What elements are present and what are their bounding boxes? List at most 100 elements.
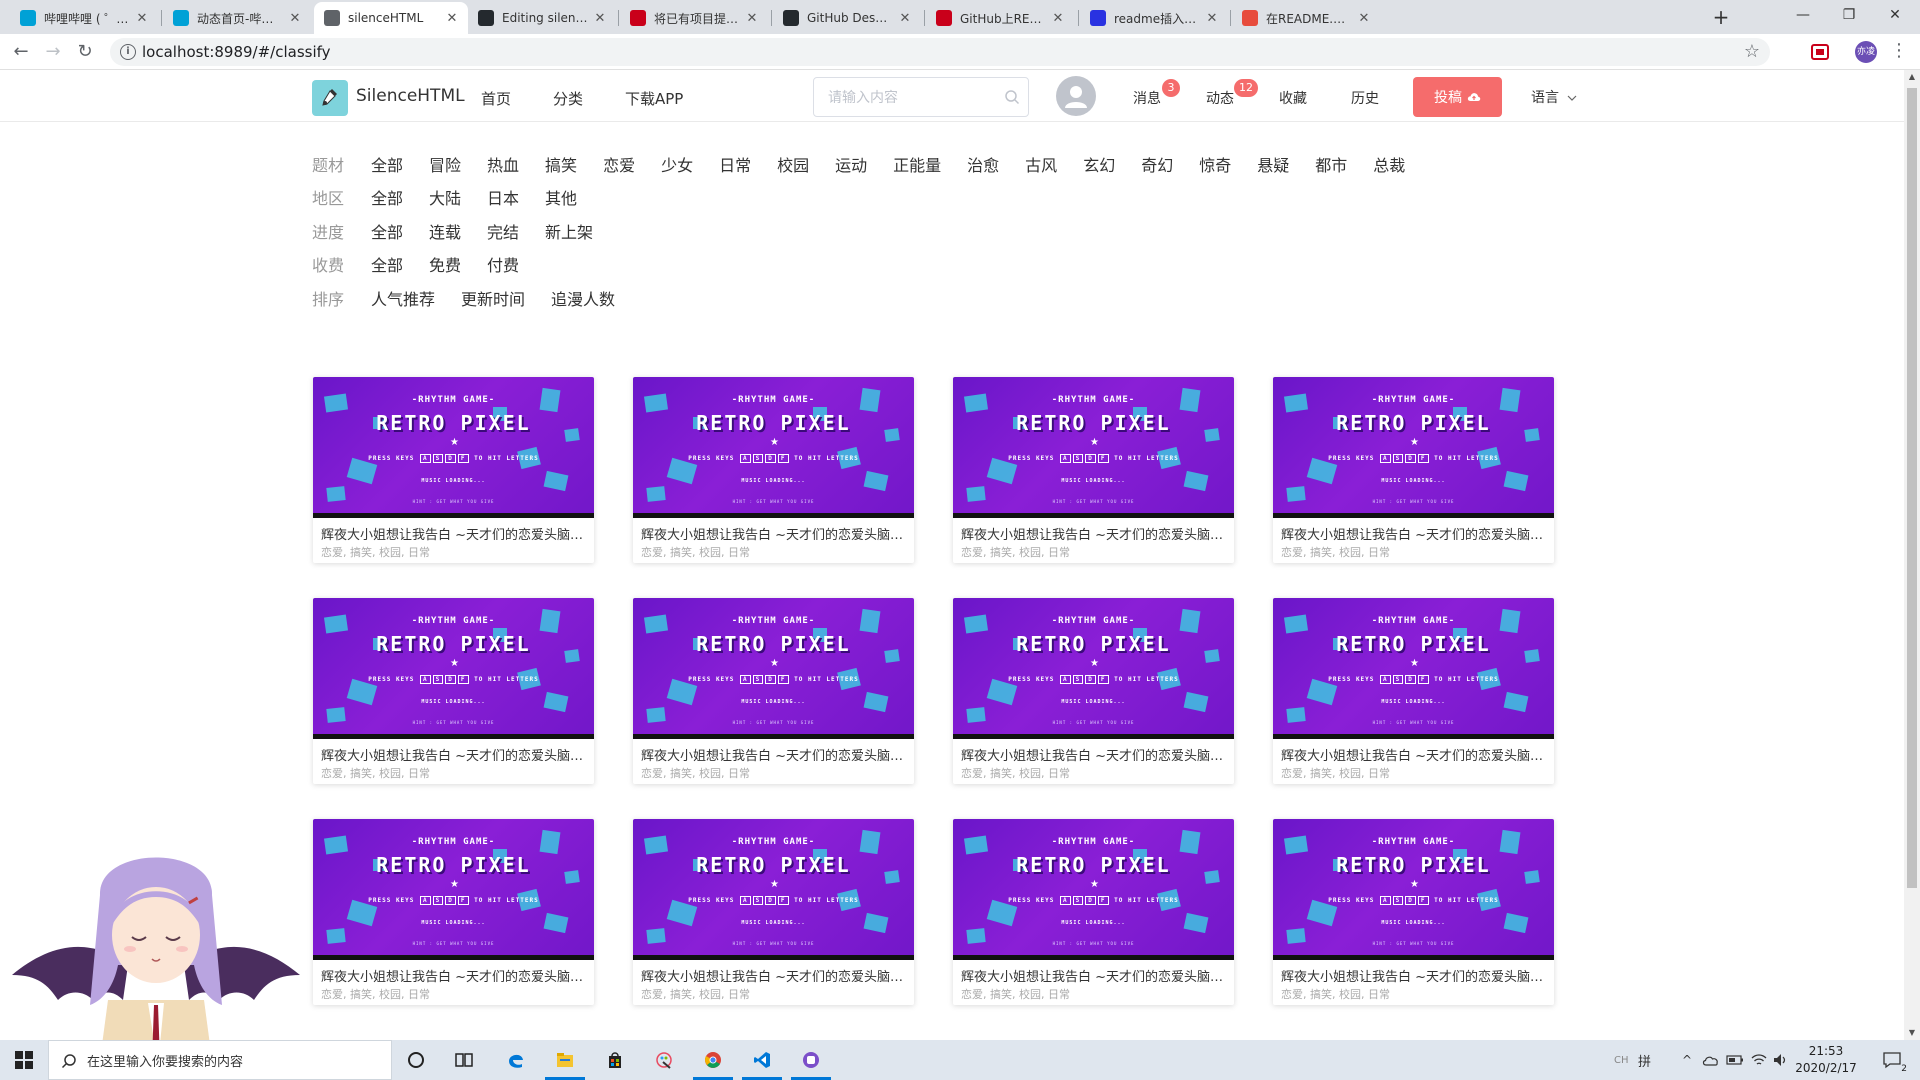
- filter-option[interactable]: 冒险: [429, 152, 461, 176]
- filter-option[interactable]: 总裁: [1373, 152, 1405, 176]
- browser-tab[interactable]: 在README.md中插入 ✕: [1232, 2, 1380, 34]
- show-hidden-icons[interactable]: ^: [1682, 1040, 1692, 1080]
- comic-title[interactable]: 辉夜大小姐想让我告白 ~天才们的恋爱头脑战~: [1281, 966, 1549, 985]
- comic-cover[interactable]: -RHYTHM GAME- RETRO PIXEL ★ PRESS KEYS ASDF…: [1273, 819, 1554, 960]
- browser-tab[interactable]: 将已有项目提交到github ✕: [620, 2, 768, 34]
- favorites-link[interactable]: 收藏: [1279, 88, 1307, 108]
- comic-title[interactable]: 辉夜大小姐想让我告白 ~天才们的恋爱头脑战~: [961, 966, 1229, 985]
- taskbar-app[interactable]: [689, 1040, 737, 1080]
- filter-option[interactable]: 连载: [429, 219, 461, 243]
- messages-link[interactable]: 消息: [1133, 88, 1161, 108]
- comic-cover[interactable]: -RHYTHM GAME- RETRO PIXEL ★ PRESS KEYS ASDF…: [633, 819, 914, 960]
- filter-option[interactable]: 热血: [487, 152, 519, 176]
- comic-cover[interactable]: -RHYTHM GAME- RETRO PIXEL ★ PRESS KEYS ASDF…: [953, 598, 1234, 739]
- start-button[interactable]: [0, 1040, 48, 1080]
- taskbar-app[interactable]: [392, 1040, 440, 1080]
- filter-option[interactable]: 少女: [661, 152, 693, 176]
- taskbar-app[interactable]: [591, 1040, 639, 1080]
- tab-close-icon[interactable]: ✕: [134, 11, 150, 26]
- filter-option[interactable]: 校园: [777, 152, 809, 176]
- profile-avatar[interactable]: 亦凌: [1855, 41, 1877, 63]
- scroll-down-icon[interactable]: ▼: [1904, 1026, 1920, 1040]
- taskbar-app[interactable]: [492, 1040, 540, 1080]
- comic-title[interactable]: 辉夜大小姐想让我告白 ~天才们的恋爱头脑战~: [641, 745, 909, 764]
- taskbar-app[interactable]: [738, 1040, 786, 1080]
- taskbar-search[interactable]: 在这里输入你要搜索的内容: [48, 1040, 392, 1080]
- comic-card[interactable]: -RHYTHM GAME- RETRO PIXEL ★ PRESS KEYS ASDF…: [633, 598, 914, 784]
- browser-tab[interactable]: silenceHTML ✕: [314, 2, 468, 34]
- tab-close-icon[interactable]: ✕: [1050, 11, 1066, 26]
- filter-option[interactable]: 正能量: [893, 152, 941, 176]
- nav-download-app[interactable]: 下载APP: [625, 88, 683, 109]
- system-clock[interactable]: 21:53 2020/2/17: [1790, 1043, 1862, 1077]
- taskbar-app[interactable]: [440, 1040, 488, 1080]
- filter-option[interactable]: 搞笑: [545, 152, 577, 176]
- close-window-button[interactable]: ✕: [1872, 0, 1918, 30]
- filter-option[interactable]: 更新时间: [461, 286, 525, 310]
- filter-option[interactable]: 付费: [487, 252, 519, 276]
- battery-icon[interactable]: [1726, 1053, 1744, 1067]
- filter-option[interactable]: 恋爱: [603, 152, 635, 176]
- url-text[interactable]: localhost:8989/#/classify: [142, 43, 331, 61]
- comic-title[interactable]: 辉夜大小姐想让我告白 ~天才们的恋爱头脑战~: [321, 966, 589, 985]
- filter-option[interactable]: 新上架: [545, 219, 593, 243]
- tab-close-icon[interactable]: ✕: [287, 11, 303, 26]
- comic-title[interactable]: 辉夜大小姐想让我告白 ~天才们的恋爱头脑战~: [321, 745, 589, 764]
- filter-option[interactable]: 全部: [371, 219, 403, 243]
- filter-option[interactable]: 大陆: [429, 185, 461, 209]
- filter-option[interactable]: 完结: [487, 219, 519, 243]
- nav-home[interactable]: 首页: [481, 88, 511, 109]
- search-icon[interactable]: [1004, 89, 1020, 105]
- filter-option[interactable]: 全部: [371, 152, 403, 176]
- user-avatar[interactable]: [1056, 76, 1096, 116]
- wifi-icon[interactable]: [1750, 1052, 1768, 1068]
- comic-card[interactable]: -RHYTHM GAME- RETRO PIXEL ★ PRESS KEYS ASDF…: [1273, 377, 1554, 563]
- filter-option[interactable]: 惊奇: [1199, 152, 1231, 176]
- browser-tab[interactable]: 哔哩哔哩 ( ゜- ゜)つロ 干杯~ ✕: [10, 2, 158, 34]
- filter-option[interactable]: 奇幻: [1141, 152, 1173, 176]
- filter-option[interactable]: 追漫人数: [551, 286, 615, 310]
- browser-tab[interactable]: 动态首页-哔哩哔哩 ✕: [163, 2, 311, 34]
- filter-option[interactable]: 人气推荐: [371, 286, 435, 310]
- onedrive-icon[interactable]: [1702, 1052, 1720, 1068]
- browser-tab[interactable]: Editing silence_front/README ✕: [468, 2, 616, 34]
- new-tab-button[interactable]: +: [1708, 5, 1734, 29]
- comic-cover[interactable]: -RHYTHM GAME- RETRO PIXEL ★ PRESS KEYS ASDF…: [953, 377, 1234, 518]
- site-info-icon[interactable]: i: [120, 44, 136, 60]
- comic-card[interactable]: -RHYTHM GAME- RETRO PIXEL ★ PRESS KEYS ASDF…: [313, 377, 594, 563]
- nav-classify[interactable]: 分类: [553, 88, 583, 109]
- ime-indicator[interactable]: CH: [1614, 1040, 1629, 1080]
- comic-card[interactable]: -RHYTHM GAME- RETRO PIXEL ★ PRESS KEYS ASDF…: [633, 819, 914, 1005]
- comic-cover[interactable]: -RHYTHM GAME- RETRO PIXEL ★ PRESS KEYS ASDF…: [633, 377, 914, 518]
- scroll-up-icon[interactable]: ▲: [1904, 70, 1920, 84]
- site-name[interactable]: SilenceHTML: [356, 86, 465, 106]
- filter-option[interactable]: 都市: [1315, 152, 1347, 176]
- site-logo[interactable]: [312, 80, 348, 116]
- tab-close-icon[interactable]: ✕: [897, 11, 913, 26]
- scrollbar-thumb[interactable]: [1907, 88, 1917, 888]
- tab-close-icon[interactable]: ✕: [744, 11, 760, 26]
- bookmark-star-icon[interactable]: ☆: [1744, 41, 1760, 62]
- filter-option[interactable]: 日常: [719, 152, 751, 176]
- filter-option[interactable]: 其他: [545, 185, 577, 209]
- comic-card[interactable]: -RHYTHM GAME- RETRO PIXEL ★ PRESS KEYS ASDF…: [313, 819, 594, 1005]
- comic-title[interactable]: 辉夜大小姐想让我告白 ~天才们的恋爱头脑战~: [1281, 524, 1549, 543]
- comic-title[interactable]: 辉夜大小姐想让我告白 ~天才们的恋爱头脑战~: [641, 524, 909, 543]
- dynamics-link[interactable]: 动态: [1206, 88, 1234, 108]
- filter-option[interactable]: 古风: [1025, 152, 1057, 176]
- comic-cover[interactable]: -RHYTHM GAME- RETRO PIXEL ★ PRESS KEYS ASDF…: [633, 598, 914, 739]
- tab-close-icon[interactable]: ✕: [592, 11, 608, 26]
- filter-option[interactable]: 免费: [429, 252, 461, 276]
- address-bar[interactable]: i localhost:8989/#/classify ☆: [110, 38, 1770, 66]
- comic-card[interactable]: -RHYTHM GAME- RETRO PIXEL ★ PRESS KEYS ASDF…: [953, 819, 1234, 1005]
- comic-cover[interactable]: -RHYTHM GAME- RETRO PIXEL ★ PRESS KEYS ASDF…: [953, 819, 1234, 960]
- filter-option[interactable]: 玄幻: [1083, 152, 1115, 176]
- filter-option[interactable]: 悬疑: [1257, 152, 1289, 176]
- back-icon[interactable]: ←: [8, 39, 34, 65]
- comic-title[interactable]: 辉夜大小姐想让我告白 ~天才们的恋爱头脑战~: [321, 524, 589, 543]
- comic-cover[interactable]: -RHYTHM GAME- RETRO PIXEL ★ PRESS KEYS ASDF…: [313, 598, 594, 739]
- comic-cover[interactable]: -RHYTHM GAME- RETRO PIXEL ★ PRESS KEYS ASDF…: [1273, 598, 1554, 739]
- extension-icon[interactable]: [1810, 42, 1830, 62]
- comic-title[interactable]: 辉夜大小姐想让我告白 ~天才们的恋爱头脑战~: [1281, 745, 1549, 764]
- comic-card[interactable]: -RHYTHM GAME- RETRO PIXEL ★ PRESS KEYS ASDF…: [1273, 598, 1554, 784]
